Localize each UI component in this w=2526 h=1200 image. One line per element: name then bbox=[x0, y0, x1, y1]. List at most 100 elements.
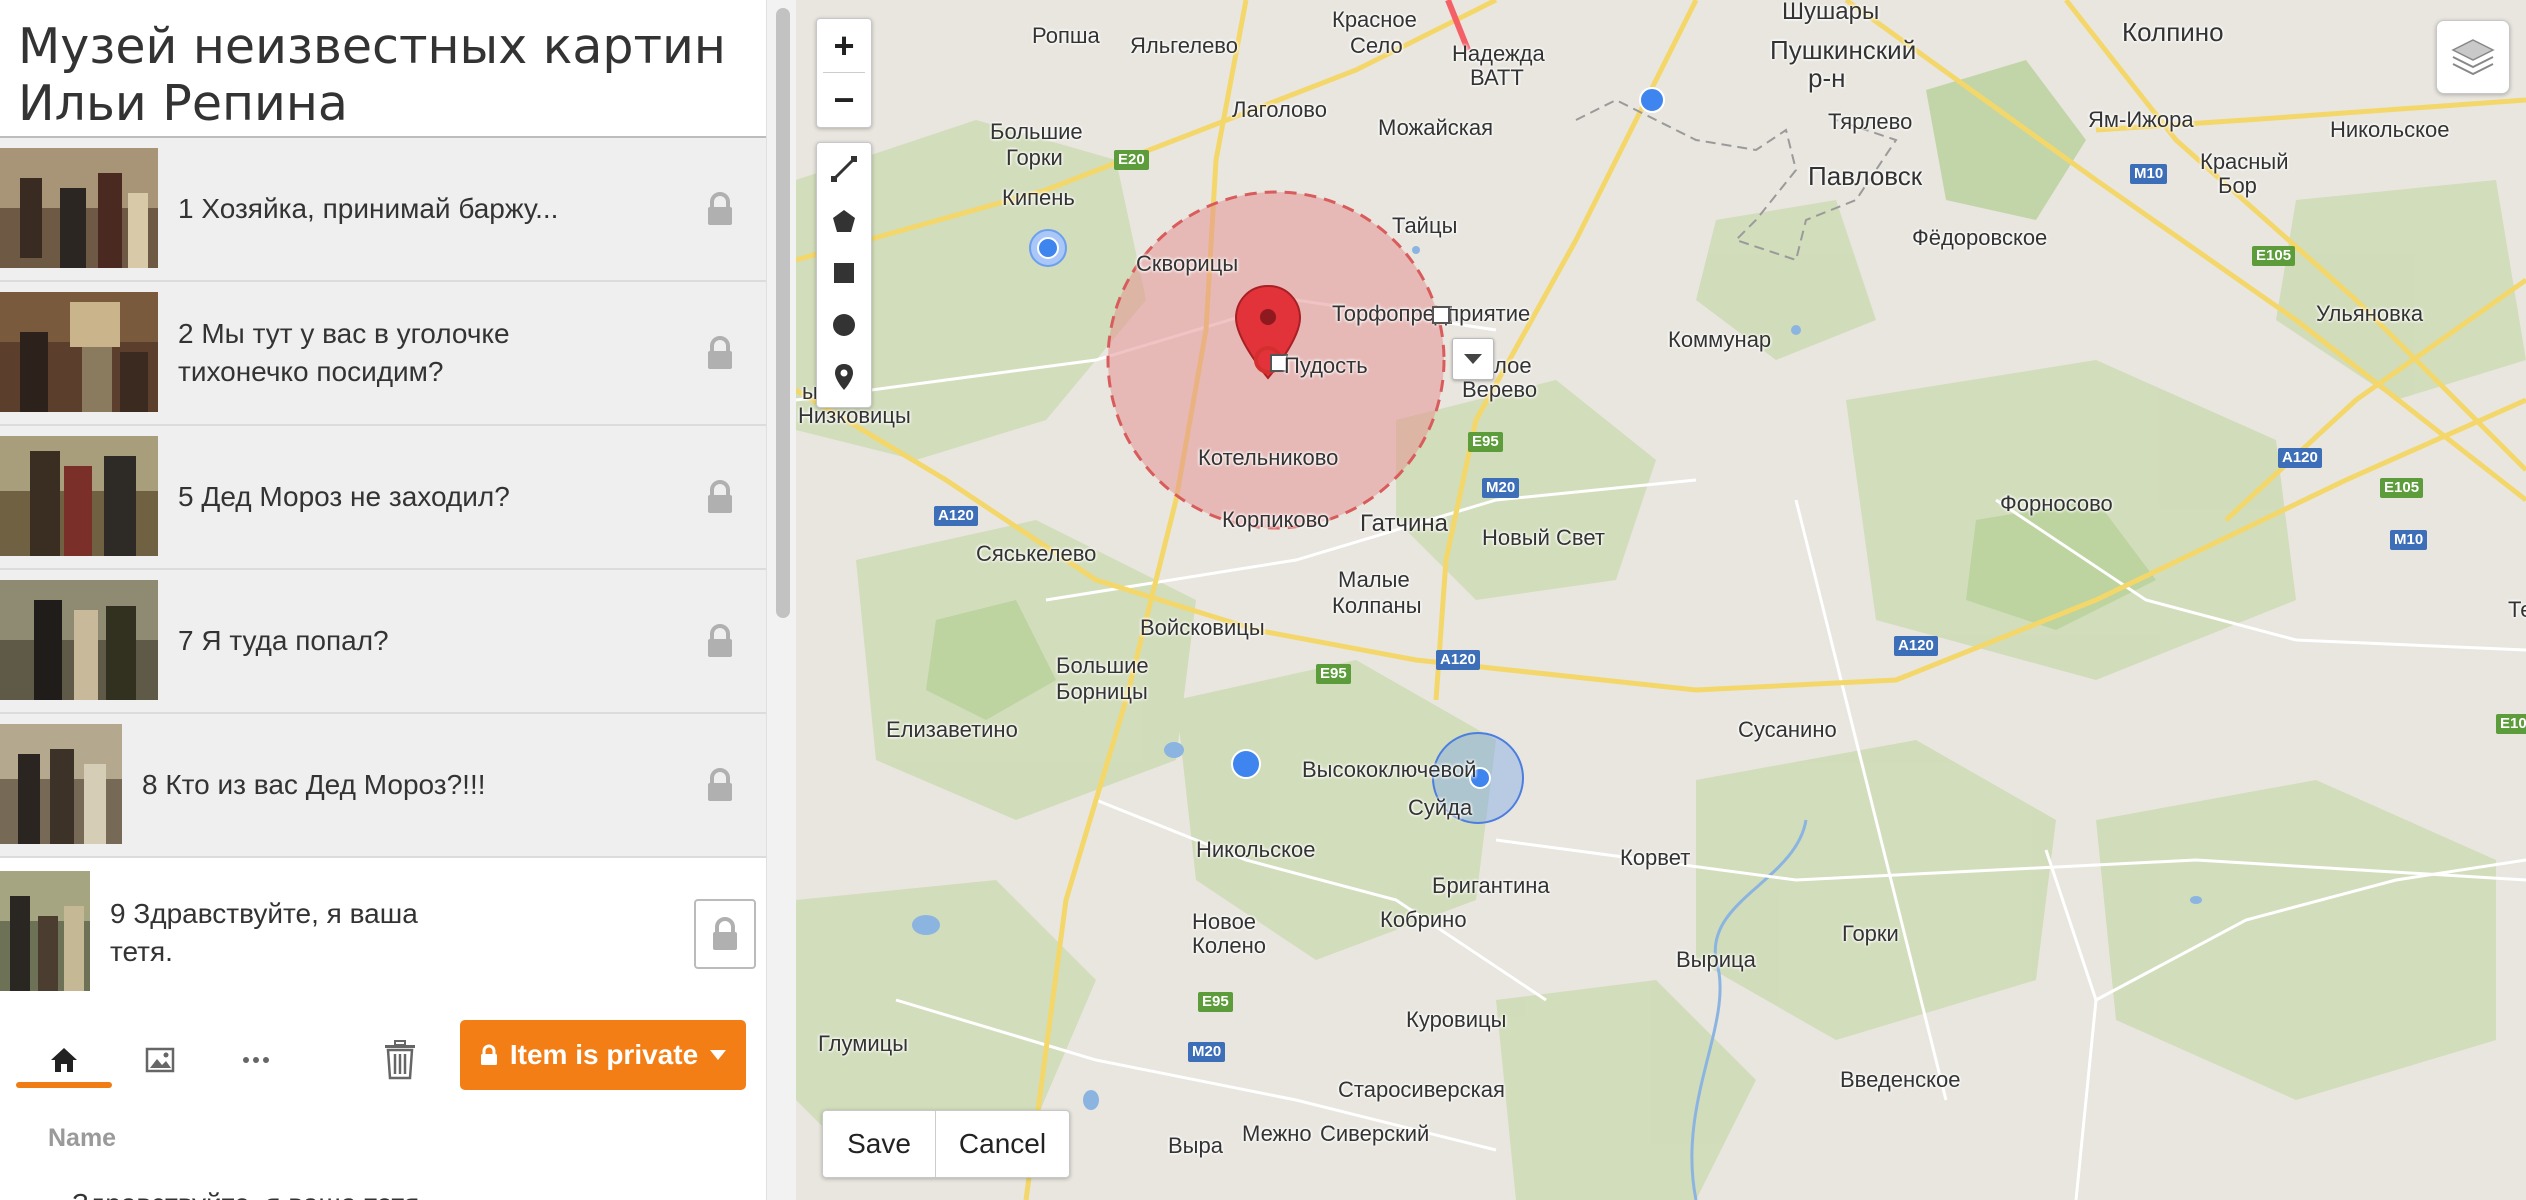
active-tab-indicator bbox=[16, 1082, 112, 1088]
map-label: Колпаны bbox=[1332, 593, 1422, 618]
marker-tool-icon bbox=[835, 364, 853, 390]
map-label: Можайская bbox=[1378, 115, 1494, 140]
shape-options-dropdown[interactable] bbox=[1452, 338, 1494, 380]
map-label: Кипень bbox=[1002, 185, 1075, 210]
more-icon bbox=[243, 1057, 269, 1063]
map-label: Высокоключевой bbox=[1302, 757, 1477, 782]
map-label: Те bbox=[2508, 597, 2526, 622]
image-icon bbox=[145, 1047, 175, 1073]
page-title: Музей неизвестных картин Ильи Репина bbox=[18, 18, 726, 132]
list-item[interactable]: 2 Мы тут у вас в уголочке тихонечко поси… bbox=[0, 282, 766, 426]
map-label: Борницы bbox=[1056, 679, 1148, 704]
privacy-toggle-button[interactable] bbox=[694, 899, 756, 969]
map-label: Елизаветино bbox=[886, 717, 1018, 742]
list-item[interactable]: 1 Хозяйка, принимай баржу... bbox=[0, 138, 766, 282]
name-field-value[interactable]: Здравствуйте, я ваша тетя. bbox=[72, 1188, 427, 1200]
road-shield: A120 bbox=[934, 506, 978, 526]
caret-down-icon bbox=[1464, 354, 1482, 364]
map-label: р-н bbox=[1808, 63, 1846, 93]
map-label: Новый Свет bbox=[1482, 525, 1605, 550]
map-label: Красное bbox=[1332, 7, 1417, 32]
list-item-label: 8 Кто из вас Дед Мороз?!!! bbox=[142, 769, 486, 800]
painting-thumbnail bbox=[0, 580, 158, 700]
map-label: Скворицы bbox=[1136, 251, 1239, 276]
lock-icon bbox=[708, 624, 732, 657]
shape-vertex-handle[interactable] bbox=[1432, 306, 1450, 324]
draw-rectangle-button[interactable] bbox=[817, 247, 871, 299]
map-label: Сиверский bbox=[1320, 1121, 1430, 1146]
map-label: Вырица bbox=[1676, 947, 1756, 972]
draw-line-button[interactable] bbox=[817, 143, 871, 195]
lock-icon bbox=[713, 917, 737, 950]
list-item-label: 1 Хозяйка, принимай баржу... bbox=[178, 193, 559, 224]
image-tab[interactable] bbox=[120, 1030, 200, 1090]
road-shield: E20 bbox=[1114, 150, 1149, 170]
circle-tool-icon bbox=[833, 314, 855, 336]
delete-button[interactable] bbox=[360, 1030, 440, 1090]
map-label: Лаголово bbox=[1232, 97, 1327, 122]
road-shield: M10 bbox=[2130, 164, 2168, 184]
map-label: Верево bbox=[1462, 377, 1538, 402]
road-shield: E105 bbox=[2380, 478, 2424, 498]
list-scrollbar[interactable] bbox=[766, 0, 796, 1200]
map-label: Сусанино bbox=[1738, 717, 1837, 742]
road-shield: A120 bbox=[2278, 448, 2322, 468]
polygon-tool-icon bbox=[833, 210, 855, 232]
caret-down-icon bbox=[710, 1050, 727, 1060]
draw-circle-button[interactable] bbox=[817, 299, 871, 351]
zoom-control: + − bbox=[816, 18, 872, 128]
painting-thumbnail bbox=[0, 292, 158, 412]
map-label: ВАТТ bbox=[1470, 65, 1524, 90]
layers-icon bbox=[2451, 39, 2495, 76]
list-item-label: 9 Здравствуйте, я ваша тетя. bbox=[110, 898, 418, 967]
lock-icon bbox=[708, 480, 732, 513]
scrollbar-thumb[interactable] bbox=[776, 8, 790, 618]
cancel-button[interactable]: Cancel bbox=[936, 1111, 1069, 1177]
map-label: Бригантина bbox=[1432, 873, 1550, 898]
rectangle-tool-icon bbox=[834, 263, 854, 283]
item-private-dropdown-button[interactable]: Item is private bbox=[460, 1020, 746, 1090]
item-toolbar: Item is private bbox=[0, 1006, 766, 1126]
painting-thumbnail bbox=[0, 724, 122, 844]
road-shield: E95 bbox=[1316, 664, 1351, 684]
map-label: Малые bbox=[1338, 567, 1410, 592]
map-label: Никольское bbox=[2330, 117, 2450, 142]
draw-marker-button[interactable] bbox=[817, 351, 871, 403]
map-label: Выра bbox=[1168, 1133, 1223, 1158]
map-label: Тярлево bbox=[1828, 109, 1913, 134]
map-label: Котельниково bbox=[1198, 445, 1339, 470]
zoom-in-button[interactable]: + bbox=[817, 19, 871, 72]
list-item[interactable]: 8 Кто из вас Дед Мороз?!!! bbox=[0, 714, 766, 858]
home-icon bbox=[51, 1048, 77, 1072]
edit-actions: Save Cancel bbox=[822, 1110, 1070, 1178]
list-item-selected[interactable]: 9 Здравствуйте, я ваша тетя. bbox=[0, 858, 766, 1008]
map-label: Колено bbox=[1192, 933, 1267, 958]
save-button[interactable]: Save bbox=[823, 1111, 935, 1177]
map-label: Горки bbox=[1006, 145, 1063, 170]
map-label: Старосиверская bbox=[1338, 1077, 1505, 1102]
list-item[interactable]: 5 Дед Мороз не заходил? bbox=[0, 426, 766, 570]
map-label: Яльгелево bbox=[1130, 33, 1238, 58]
draw-polygon-button[interactable] bbox=[817, 195, 871, 247]
map-label: Новое bbox=[1192, 909, 1257, 934]
private-button-label: Item is private bbox=[509, 1039, 699, 1070]
road-shield: A120 bbox=[1894, 636, 1938, 656]
map-label: Село bbox=[1350, 33, 1403, 58]
more-tab[interactable] bbox=[216, 1030, 296, 1090]
map-label: Горки bbox=[1842, 921, 1899, 946]
map-label: Куровицы bbox=[1406, 1007, 1507, 1032]
map-label: Ям-Ижора bbox=[2088, 107, 2194, 132]
layers-button[interactable] bbox=[2436, 20, 2510, 94]
map-label: Павловск bbox=[1808, 161, 1923, 191]
map-label: лое bbox=[1494, 353, 1532, 378]
map-label: Введенское bbox=[1840, 1067, 1961, 1092]
list-item-label: 5 Дед Мороз не заходил? bbox=[178, 481, 510, 512]
lock-icon bbox=[480, 1044, 497, 1065]
road-shield: M10 bbox=[2390, 530, 2428, 550]
painting-thumbnail bbox=[0, 436, 158, 556]
list-item[interactable]: 7 Я туда попал? bbox=[0, 570, 766, 714]
map-label: Коммунар bbox=[1668, 327, 1772, 352]
zoom-out-button[interactable]: − bbox=[817, 73, 871, 126]
home-tab[interactable] bbox=[24, 1030, 104, 1090]
map-canvas[interactable]: Ропша Яльгелево Красное Село Надежда ВАТ… bbox=[796, 0, 2526, 1200]
